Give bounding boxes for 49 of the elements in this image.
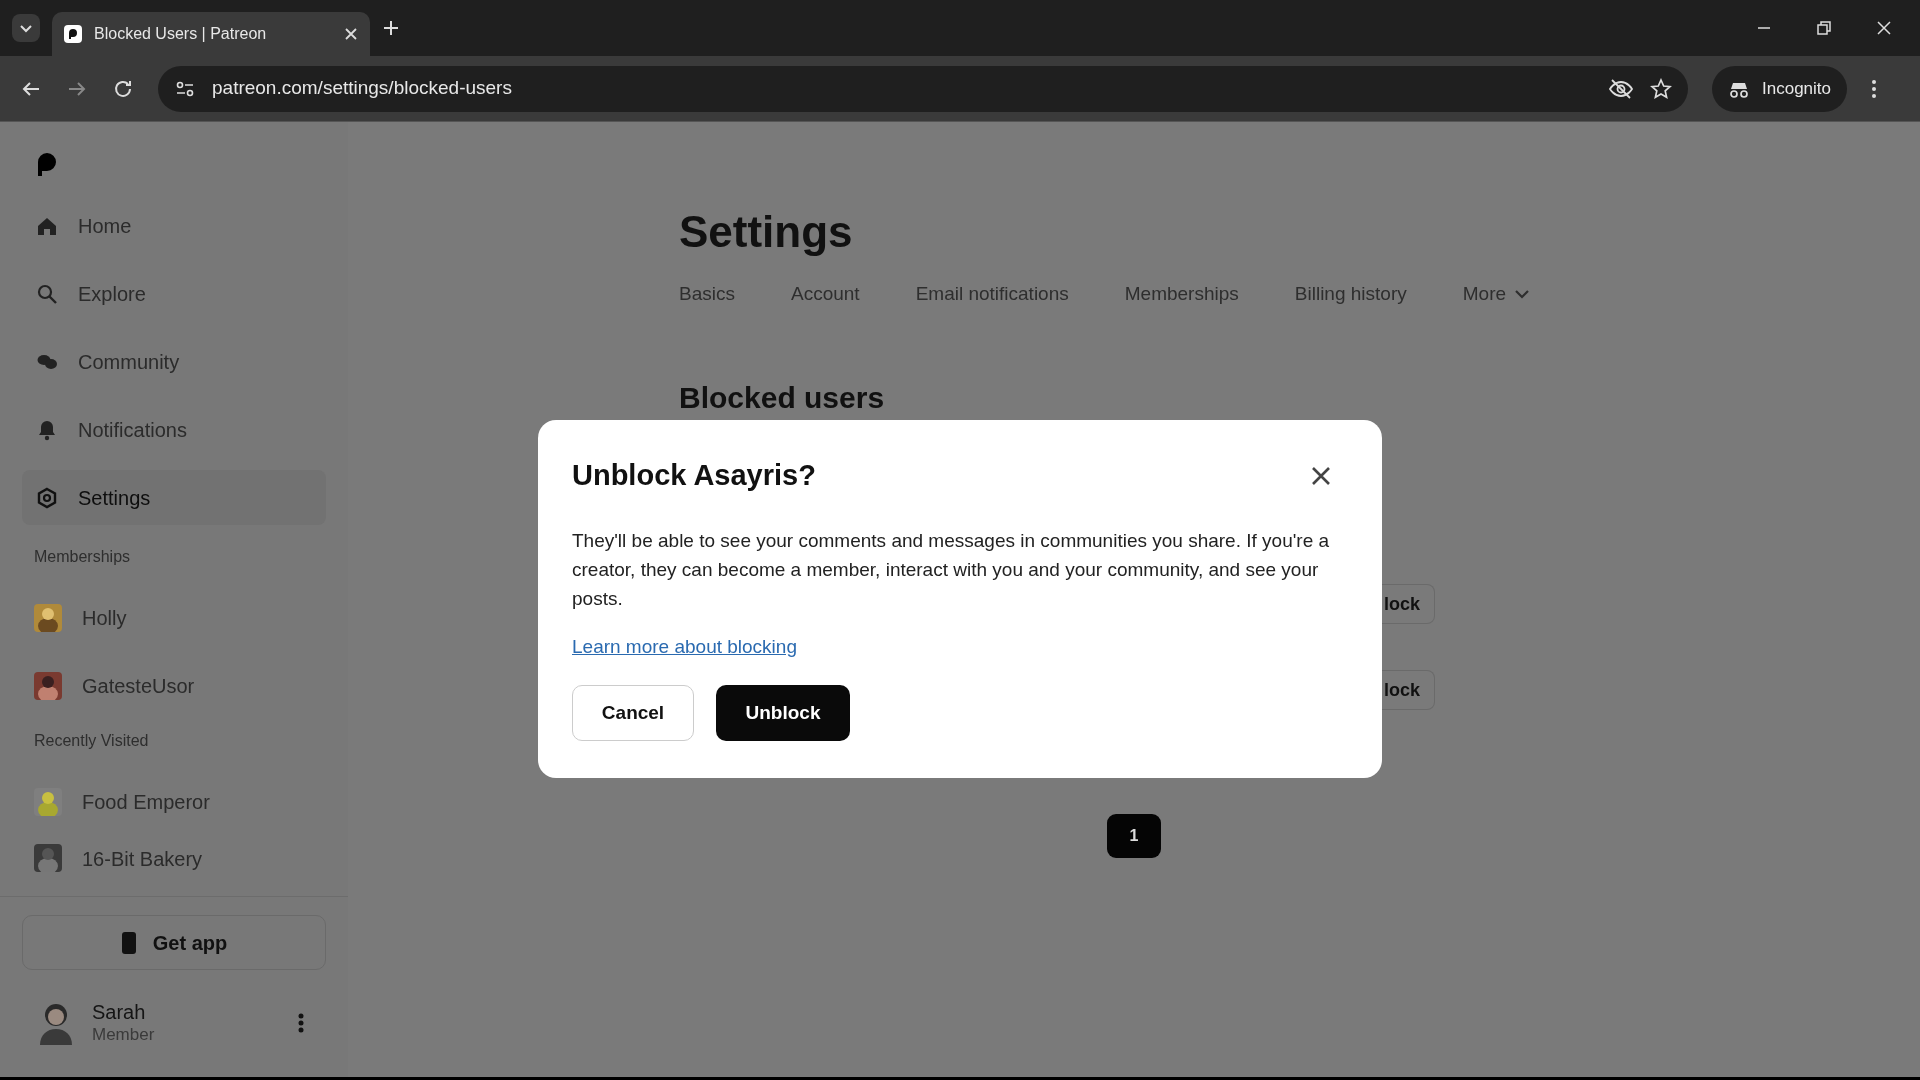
nav-item[interactable]: Settings <box>22 470 326 525</box>
sidebar-item[interactable]: Food Emperor <box>22 776 326 828</box>
get-app-button[interactable]: Get app <box>22 915 326 970</box>
restore-icon[interactable] <box>1816 20 1832 36</box>
nav-item[interactable]: Notifications <box>22 402 326 457</box>
page-button[interactable]: 1 <box>1107 814 1161 858</box>
settings-tab[interactable]: More <box>1462 280 1531 309</box>
nav-item[interactable]: Community <box>22 334 326 389</box>
search-icon <box>36 282 58 305</box>
close-icon[interactable] <box>1310 464 1332 487</box>
learn-more-link[interactable]: Learn more about blocking <box>572 632 797 661</box>
patreon-logo-icon[interactable] <box>36 152 58 176</box>
tab-title: Blocked Users | Patreon <box>94 24 268 44</box>
url-text: patreon.com/settings/blocked-users <box>212 76 513 101</box>
settings-icon <box>36 486 58 509</box>
dialog-title: Unblock Asayris? <box>572 458 816 493</box>
section-heading: Recently Visited <box>33 731 150 751</box>
close-icon[interactable] <box>344 27 358 41</box>
bell-icon <box>36 418 58 441</box>
sidebar-item[interactable]: 16-Bit Bakery <box>22 844 326 896</box>
nav-item[interactable]: Explore <box>22 266 326 321</box>
settings-tab[interactable]: Basics <box>679 280 735 309</box>
close-icon[interactable] <box>1876 20 1892 36</box>
tab-list-icon[interactable] <box>12 14 40 42</box>
sidebar-item[interactable]: GatesteUsor <box>22 660 326 712</box>
sidebar-item[interactable]: Holly <box>22 592 326 644</box>
browser-tab[interactable]: Blocked Users | Patreon <box>52 12 370 56</box>
phone-icon <box>120 930 137 955</box>
user-role: Member <box>92 1024 156 1046</box>
menu-icon[interactable] <box>1871 77 1877 100</box>
nav-item[interactable]: Home <box>22 198 326 253</box>
dialog-message: They'll be able to see your comments and messages in communities you share. If you're a creator, they can become a member, interact with you and your community, and see your posts. <box>572 528 1331 611</box>
unblock-button[interactable]: Unblock <box>716 685 850 741</box>
eye-off-icon[interactable] <box>1608 77 1634 100</box>
section-title: Blocked users <box>679 379 886 416</box>
settings-tab[interactable]: Email notifications <box>915 280 1069 309</box>
user-name: Sarah <box>92 1000 147 1024</box>
more-options-icon[interactable] <box>298 1012 304 1034</box>
incognito-button[interactable]: Incognito <box>1712 65 1847 112</box>
settings-tab[interactable]: Billing history <box>1294 280 1407 309</box>
section-heading: Memberships <box>33 547 132 567</box>
settings-tab[interactable]: Account <box>790 280 860 309</box>
star-icon[interactable] <box>1650 77 1672 100</box>
cancel-button[interactable]: Cancel <box>572 685 694 741</box>
patreon-logo-icon <box>64 25 82 43</box>
address-bar[interactable]: patreon.com/settings/blocked-users <box>158 65 1688 112</box>
settings-tab[interactable]: Memberships <box>1124 280 1239 309</box>
page-title: Settings <box>679 206 854 258</box>
new-tab-icon[interactable] <box>382 19 400 37</box>
